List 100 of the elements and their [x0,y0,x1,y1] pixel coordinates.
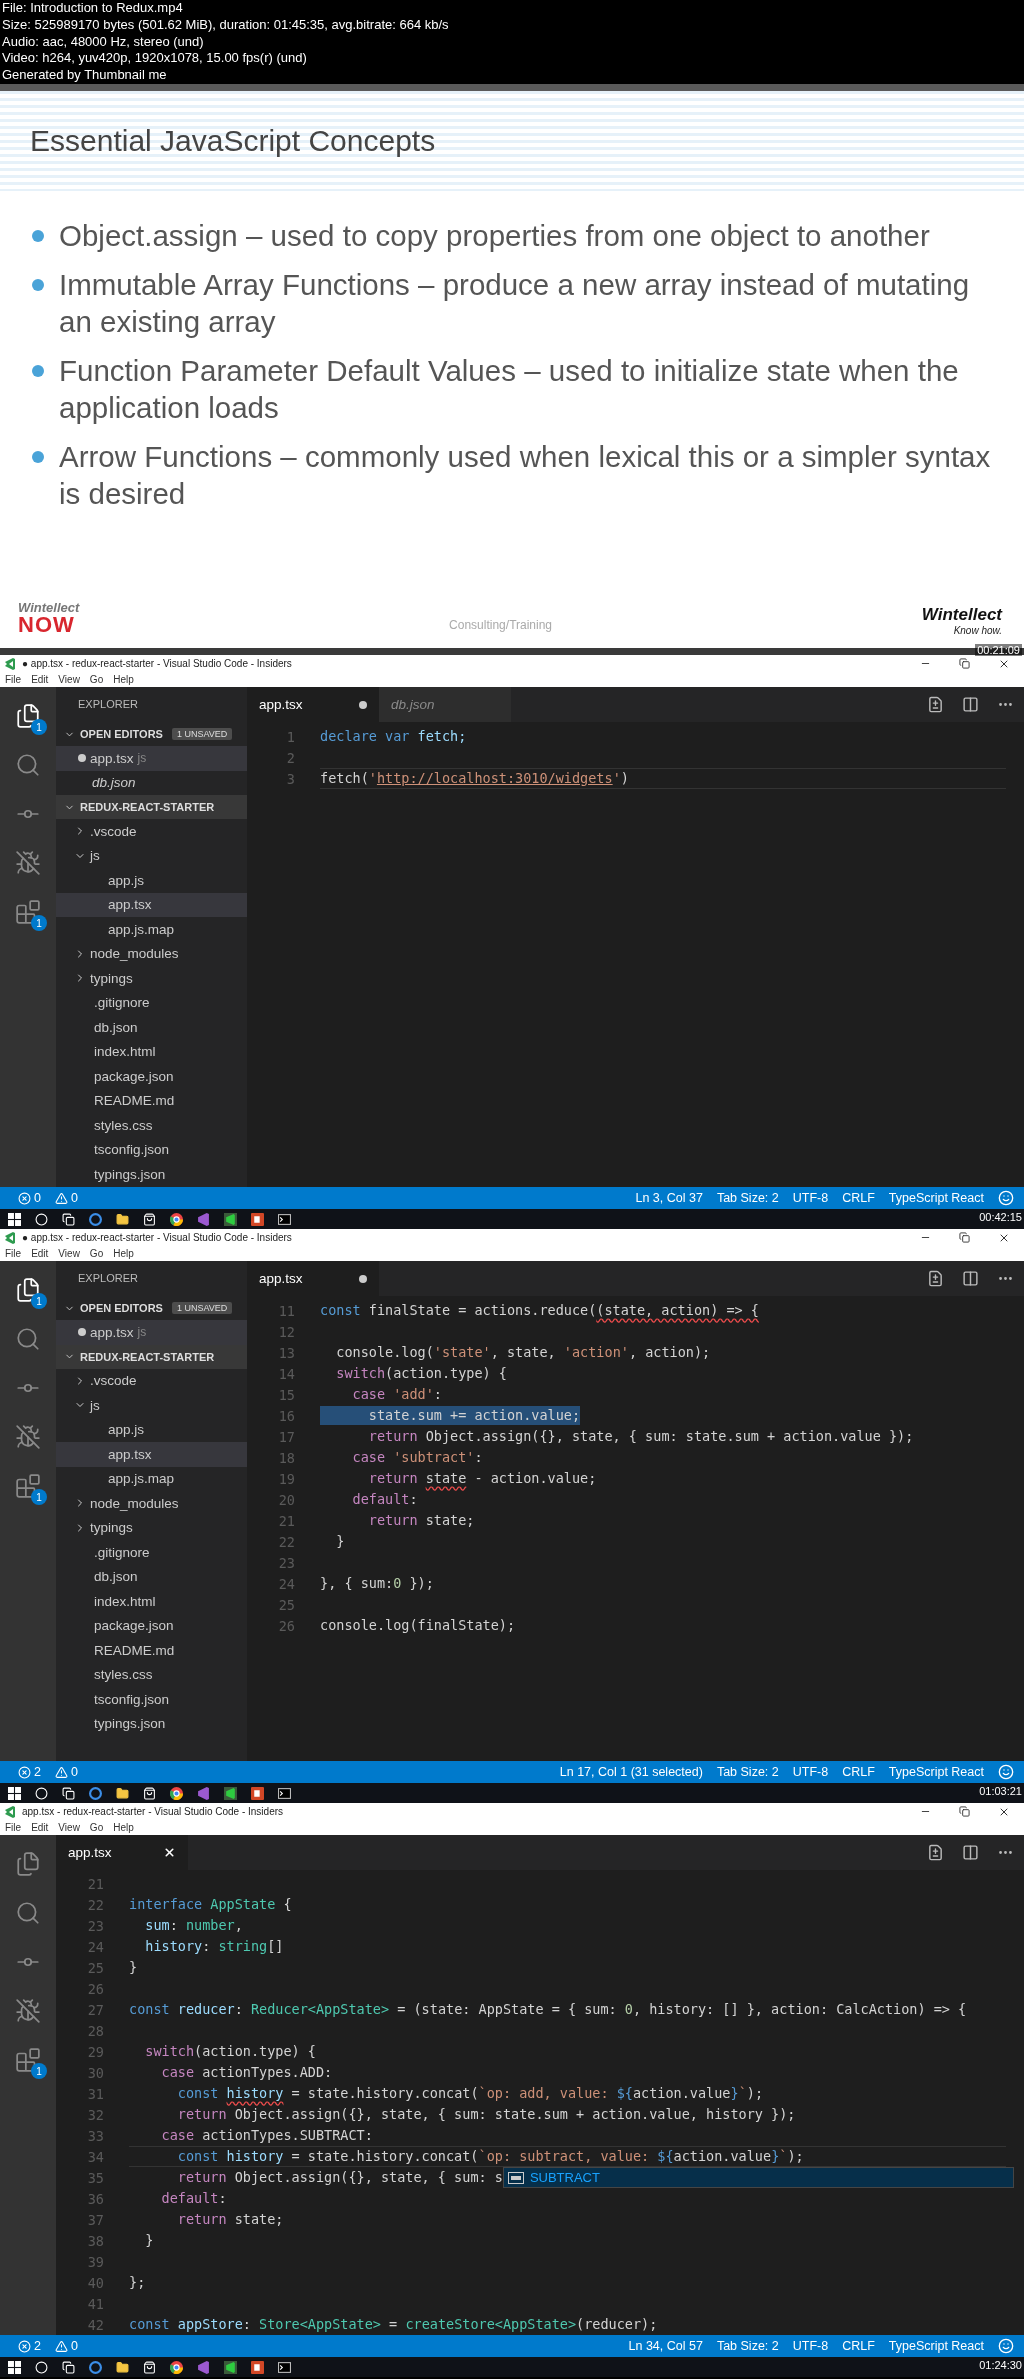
editor-tab[interactable]: db.json [379,687,511,722]
editor-tab[interactable]: app.tsx [247,1261,379,1296]
folder-icon[interactable] [116,2360,129,2374]
terminal-icon[interactable] [278,1786,291,1800]
feedback-icon[interactable] [998,2338,1014,2354]
status-item[interactable]: UTF-8 [792,2339,829,2353]
explorer-row[interactable]: .gitignore [56,990,247,1015]
explorer-row[interactable]: db.json [56,1015,247,1040]
status-item[interactable]: UTF-8 [792,1191,829,1205]
folder-row[interactable]: .vscode [56,819,247,844]
presentation-icon[interactable] [251,1786,264,1800]
explorer-row[interactable]: .gitignore [56,1540,247,1565]
restore-icon[interactable] [959,657,970,669]
folder-icon[interactable] [116,1212,129,1226]
debug-button[interactable] [13,1996,43,2026]
explorer-row[interactable]: README.md [56,1088,247,1113]
code-editor-icon[interactable] [224,1786,237,1800]
folder-row[interactable]: js [56,1393,247,1418]
restore-icon[interactable] [959,1805,970,1817]
explorer-row[interactable]: app.tsx [56,892,247,917]
explorer-row[interactable]: package.json [56,1064,247,1089]
restore-icon[interactable] [959,1231,970,1243]
extensions-button[interactable]: 1 [13,2045,43,2075]
extensions-button[interactable]: 1 [13,897,43,927]
browser-icon[interactable] [89,1786,102,1800]
folder-row[interactable]: node_modules [56,941,247,966]
split-editor-icon[interactable] [962,696,979,713]
feedback-icon[interactable] [998,1190,1014,1206]
menu-item[interactable]: File [5,1248,22,1259]
explorer-row[interactable]: app.js.map [56,917,247,942]
task-view-icon[interactable] [62,1786,75,1800]
presentation-icon[interactable] [251,2360,264,2374]
menu-item[interactable]: Edit [31,1822,49,1833]
status-item[interactable]: CRLF [842,2339,875,2353]
explorer-row[interactable]: tsconfig.json [56,1687,247,1712]
status-item[interactable]: CRLF [842,1191,875,1205]
explorer-row[interactable]: db.json [56,1564,247,1589]
open-editor-item[interactable]: db.json [56,770,247,795]
menu-item[interactable]: Go [89,1248,104,1259]
terminal-icon[interactable] [278,2360,291,2374]
browser-icon[interactable] [89,1212,102,1226]
menu-item[interactable]: Go [89,1822,104,1833]
presentation-icon[interactable] [251,1212,264,1226]
explorer-row[interactable]: styles.css [56,1113,247,1138]
status-item[interactable]: Tab Size: 2 [716,1765,779,1779]
explorer-row[interactable]: app.js [56,868,247,893]
explorer-row[interactable]: typings.json [56,1162,247,1187]
explorer-row[interactable]: README.md [56,1638,247,1663]
compare-icon[interactable] [927,696,944,713]
status-item[interactable]: UTF-8 [792,1765,829,1779]
suggestion-item[interactable]: SUBTRACT [502,2167,1014,2188]
menu-item[interactable]: View [58,1248,80,1259]
extensions-button[interactable]: 1 [13,1471,43,1501]
compare-icon[interactable] [927,1844,944,1861]
status-item[interactable]: CRLF [842,1765,875,1779]
explorer-row[interactable]: index.html [56,1039,247,1064]
menu-item[interactable]: View [58,1822,80,1833]
terminal-icon[interactable] [278,1212,291,1226]
menu-item[interactable]: Help [113,1822,134,1833]
status-item[interactable]: Ln 34, Col 57 [628,2339,703,2353]
store-icon[interactable] [143,2360,156,2374]
code-editor-icon[interactable] [224,2360,237,2374]
menu-item[interactable]: Help [113,674,134,685]
browser-icon[interactable] [89,2360,102,2374]
split-editor-icon[interactable] [962,1270,979,1287]
code-editor-icon[interactable] [224,1212,237,1226]
status-item[interactable]: Tab Size: 2 [716,1191,779,1205]
status-item[interactable]: Ln 3, Col 37 [635,1191,703,1205]
folder-row[interactable]: .vscode [56,1368,247,1393]
open-editor-item[interactable]: app.tsx js [56,746,247,771]
debug-button[interactable] [13,848,43,878]
feedback-icon[interactable] [998,1764,1014,1780]
status-item[interactable]: TypeScript React [888,2339,984,2353]
debug-button[interactable] [13,1422,43,1452]
menu-item[interactable]: Edit [31,674,49,685]
windows-icon[interactable] [8,1212,21,1226]
explorer-row[interactable]: app.tsx [56,1442,247,1467]
windows-icon[interactable] [8,2360,21,2374]
compare-icon[interactable] [927,1270,944,1287]
open-editor-item[interactable]: app.tsx js [56,1320,247,1345]
folder-row[interactable]: node_modules [56,1491,247,1516]
status-item[interactable]: Tab Size: 2 [716,2339,779,2353]
folder-row[interactable]: typings [56,1515,247,1540]
explorer-row[interactable]: app.js [56,1417,247,1442]
menu-item[interactable]: Help [113,1248,134,1259]
explorer-row[interactable]: tsconfig.json [56,1137,247,1162]
task-view-icon[interactable] [62,1212,75,1226]
menu-item[interactable]: File [5,1822,22,1833]
explorer-row[interactable]: styles.css [56,1662,247,1687]
folder-row[interactable]: js [56,843,247,868]
editor-tab[interactable]: app.tsx [56,1835,188,1870]
task-view-icon[interactable] [62,2360,75,2374]
folder-icon[interactable] [116,1786,129,1800]
editor-tab[interactable]: app.tsx [247,687,379,722]
menu-item[interactable]: View [58,674,80,685]
explorer-row[interactable]: typings.json [56,1711,247,1736]
explorer-row[interactable]: package.json [56,1613,247,1638]
folder-row[interactable]: typings [56,966,247,991]
menu-item[interactable]: Edit [31,1248,49,1259]
explorer-row[interactable]: index.html [56,1589,247,1614]
